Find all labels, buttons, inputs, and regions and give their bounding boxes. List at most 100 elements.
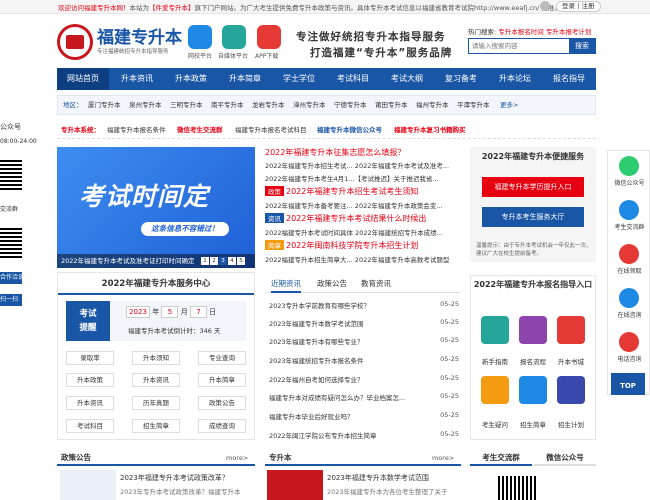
region-item[interactable]: 福州专升本 bbox=[416, 96, 449, 114]
tag-news[interactable]: 资讯 bbox=[265, 213, 284, 223]
list-item[interactable]: 2023年福建专升本有哪些专业？ 05-25 bbox=[265, 336, 461, 348]
pager-dot[interactable]: 5 bbox=[237, 257, 245, 265]
brochure-icon[interactable] bbox=[519, 376, 547, 404]
student-group-item[interactable]: 考生交流群 bbox=[608, 197, 650, 233]
region-more-link[interactable]: 更多> bbox=[500, 96, 518, 114]
tab-recent[interactable]: 近期资讯 bbox=[271, 275, 301, 293]
nav-home[interactable]: 网站首页 bbox=[57, 68, 109, 90]
region-item[interactable]: 泉州专升本 bbox=[129, 96, 162, 114]
upgrade-thumbnail[interactable] bbox=[267, 470, 323, 500]
news-headline[interactable]: 2022年福建专升本征集志愿怎么填报？ bbox=[265, 147, 461, 158]
cooperation-button[interactable]: 合作洽谈 bbox=[0, 272, 22, 284]
tab-policy[interactable]: 政策公告 bbox=[317, 275, 347, 293]
nav-syllabus[interactable]: 考试大纲 bbox=[381, 68, 433, 90]
admission-brochure-button[interactable]: 招生简章 bbox=[132, 419, 180, 433]
quick-link[interactable]: 福建专升本报名考试科目 bbox=[235, 121, 307, 139]
entry-label[interactable]: 招生计划 bbox=[551, 419, 591, 429]
nav-review[interactable]: 复习备考 bbox=[435, 68, 487, 90]
news-button[interactable]: 升本资讯 bbox=[132, 373, 180, 387]
region-item[interactable]: 莆田专升本 bbox=[375, 96, 408, 114]
tag-brochure[interactable]: 简章 bbox=[265, 240, 284, 250]
hot-search-links[interactable]: 专升本报名时间 专升本报考计划 bbox=[498, 28, 591, 36]
score-query-button[interactable]: 成绩查询 bbox=[198, 419, 246, 433]
hero-banner[interactable]: 考试时间定 这条信息不容错过！ 2022年福建专升本考试及准考证打印时间确定 1… bbox=[57, 147, 255, 268]
header-link-label[interactable]: 网校平台 bbox=[188, 51, 212, 60]
policy-thumbnail[interactable] bbox=[60, 470, 116, 500]
header-link-label[interactable]: 自媒体平台 bbox=[218, 51, 248, 60]
nav-subjects[interactable]: 考试科目 bbox=[327, 68, 379, 90]
list-item[interactable]: 2023年福建专升本数学考试范围 05-25 bbox=[265, 318, 461, 330]
news-row[interactable]: 2022年福建专升本考生4月1...【考试推迟】关于推迟我省... bbox=[265, 173, 461, 183]
phone-consult-item[interactable]: 电话咨询 bbox=[608, 329, 650, 365]
broadcast-icon[interactable] bbox=[222, 25, 246, 49]
news-row[interactable]: 2022年福建专升本招生考试... 2022年福建专升本考试及准考... bbox=[265, 160, 461, 170]
site-logo-icon[interactable] bbox=[57, 24, 93, 60]
notice-brand[interactable]: 【件爱专升本】 bbox=[149, 4, 195, 12]
quick-link[interactable]: 福建专升本复习书籍购买 bbox=[394, 121, 466, 139]
header-link-label[interactable]: APP下载 bbox=[255, 51, 278, 60]
news-row[interactable]: 2022福建专升本招生简章大... 2022年福建专升本高数考试题型 bbox=[265, 254, 461, 264]
quick-link[interactable]: 微信考生交流群 bbox=[177, 121, 223, 139]
entry-label[interactable]: 招生简章 bbox=[513, 419, 553, 429]
flow-icon[interactable] bbox=[519, 316, 547, 344]
region-item[interactable]: 龙岩专升本 bbox=[252, 96, 285, 114]
entry-label[interactable]: 新手指南 bbox=[475, 356, 515, 366]
tab-education[interactable]: 教育资讯 bbox=[361, 275, 391, 293]
list-item[interactable]: 2022年闽江学院公布专升本招生简章 05-25 bbox=[265, 430, 461, 442]
list-item[interactable]: 福建专升本对成绩有疑问怎么办？毕业档案怎... 05-25 bbox=[265, 392, 461, 404]
entry-label[interactable]: 升本书城 bbox=[551, 356, 591, 366]
major-query-button[interactable]: 专业查询 bbox=[198, 351, 246, 365]
back-to-top-button[interactable]: TOP bbox=[611, 373, 645, 395]
news-headline[interactable]: 2022年福建专升本招生考试考生须知 bbox=[286, 187, 418, 196]
exam-subjects-button[interactable]: 考试科目 bbox=[66, 419, 114, 433]
play-icon[interactable] bbox=[188, 25, 212, 49]
region-item[interactable]: 厦门专升本 bbox=[88, 96, 121, 114]
nav-degree[interactable]: 学士学位 bbox=[273, 68, 325, 90]
question-icon[interactable] bbox=[481, 376, 509, 404]
news-row[interactable]: 2022年福建专升本备考要注... 2022年福建专升本政策会变... bbox=[265, 200, 461, 210]
bottom-title[interactable]: 2023年福建专升本数学考试范围 bbox=[327, 473, 461, 483]
site-logo-title[interactable]: 福建专升本 bbox=[97, 23, 182, 48]
login-register-button[interactable]: 登录丨注册 bbox=[556, 1, 601, 12]
news-row[interactable]: 2022福建专升本考试时间具体 2022年福建统招专升本成绩... bbox=[265, 227, 461, 237]
policy-button[interactable]: 升本政策 bbox=[66, 373, 114, 387]
news-headline[interactable]: 2022年闽南科技学院专升本招生计划 bbox=[286, 241, 418, 250]
nav-register-guide[interactable]: 报名指导 bbox=[543, 68, 595, 90]
quick-link[interactable]: 福建专升本报名条件 bbox=[107, 121, 166, 139]
tag-policy[interactable]: 政策 bbox=[265, 186, 284, 196]
entry-label[interactable]: 报名流程 bbox=[513, 356, 553, 366]
region-item[interactable]: 平潭专升本 bbox=[457, 96, 490, 114]
degree-upgrade-button[interactable]: 福建专升本学历提升入口 bbox=[482, 177, 584, 197]
entry-label[interactable]: 考生疑问 bbox=[475, 419, 515, 429]
user-avatar-icon[interactable] bbox=[540, 1, 550, 11]
service-hall-button[interactable]: 专升本考生服务大厅 bbox=[482, 207, 584, 227]
nav-brochure[interactable]: 升本简章 bbox=[219, 68, 271, 90]
nav-policy[interactable]: 升本政策 bbox=[165, 68, 217, 90]
news-button-2[interactable]: 升本资讯 bbox=[66, 396, 114, 410]
pager-dot[interactable]: 4 bbox=[228, 257, 236, 265]
region-item[interactable]: 漳州专升本 bbox=[293, 96, 326, 114]
online-claim-item[interactable]: 在线领取 bbox=[608, 241, 650, 277]
app-icon[interactable] bbox=[257, 25, 281, 49]
plan-icon[interactable] bbox=[557, 376, 585, 404]
region-item[interactable]: 宁德专升本 bbox=[334, 96, 367, 114]
past-papers-button[interactable]: 历年真题 bbox=[132, 396, 180, 410]
search-input[interactable] bbox=[472, 41, 568, 52]
bottom-title[interactable]: 2023年福建专升本考试政策改革？ bbox=[120, 473, 255, 483]
guide-icon[interactable] bbox=[481, 316, 509, 344]
quick-link[interactable]: 福建专升本微信公众号 bbox=[317, 121, 382, 139]
admission-rate-button[interactable]: 录取率 bbox=[66, 351, 114, 365]
book-icon[interactable] bbox=[557, 316, 585, 344]
nav-forum[interactable]: 升本论坛 bbox=[489, 68, 541, 90]
brochure-button[interactable]: 升本简章 bbox=[198, 373, 246, 387]
list-item[interactable]: 2022年福州自考如何选择专业？ 05-25 bbox=[265, 374, 461, 386]
online-consult-item[interactable]: 在线咨询 bbox=[608, 285, 650, 321]
region-item[interactable]: 三明专升本 bbox=[170, 96, 203, 114]
region-item[interactable]: 南平专升本 bbox=[211, 96, 244, 114]
pager-dot[interactable]: 1 bbox=[201, 257, 209, 265]
list-item[interactable]: 2023年福建统招专升本报名条件 05-25 bbox=[265, 355, 461, 367]
policy-notice-button[interactable]: 政策公告 bbox=[198, 396, 246, 410]
pager-dot-active[interactable]: 3 bbox=[219, 257, 227, 265]
list-item[interactable]: 福建专升本毕业后好就业吗？ 05-25 bbox=[265, 411, 461, 423]
news-headline[interactable]: 2022年福建专升本考试结果什么时候出 bbox=[286, 214, 426, 223]
